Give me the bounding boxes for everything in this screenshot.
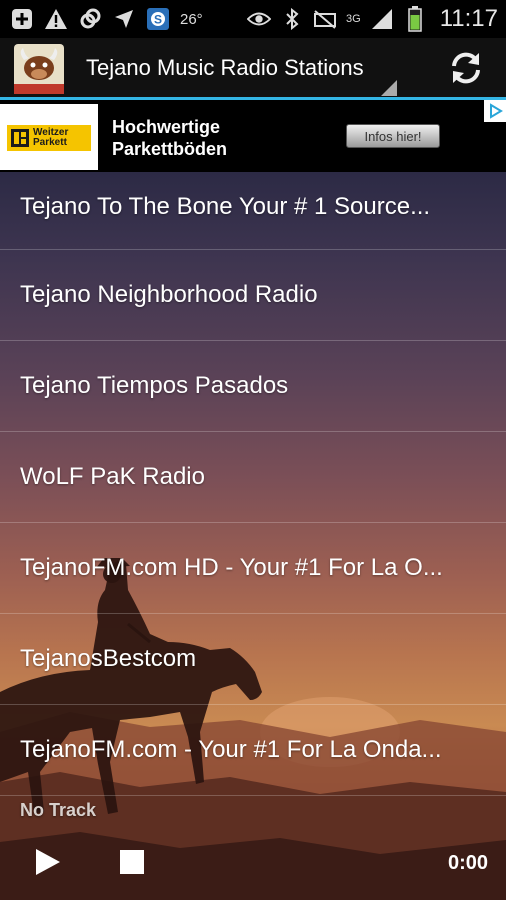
ad-brand-logo: Weitzer Parkett xyxy=(0,104,98,170)
action-bar: Tejano Music Radio Stations xyxy=(0,38,506,100)
station-list-item[interactable]: Tejano Neighborhood Radio xyxy=(0,250,506,341)
station-name: WoLF PaK Radio xyxy=(20,463,205,490)
location-icon xyxy=(112,7,136,31)
station-list-item[interactable]: TejanosBestcom xyxy=(0,614,506,705)
station-name: TejanoFM.com - Your #1 For La Onda... xyxy=(20,736,442,763)
svg-text:S: S xyxy=(154,13,162,27)
now-playing-track: No Track xyxy=(20,800,97,820)
ad-info-button[interactable]: Infos hier! xyxy=(346,124,440,148)
station-name: TejanosBestcom xyxy=(20,645,197,672)
ad-headline: Hochwertige Parkettböden xyxy=(112,116,312,160)
bluetooth-icon xyxy=(280,7,304,31)
temperature: 26° xyxy=(180,10,203,28)
play-icon xyxy=(36,849,60,875)
app-logo[interactable] xyxy=(14,44,64,94)
playback-time: 0:00 xyxy=(447,852,488,874)
ad-headline-line1: Hochwertige xyxy=(112,117,221,137)
play-button[interactable] xyxy=(34,848,62,876)
ad-choices-icon[interactable] xyxy=(484,100,506,122)
station-name: Tejano To The Bone Your # 1 Source... xyxy=(20,193,431,220)
ad-banner[interactable]: Weitzer Parkett Hochwertige Parkettböden… xyxy=(0,100,506,172)
battery-icon xyxy=(403,6,427,32)
sync-icon xyxy=(78,7,102,31)
station-name: TejanoFM.com HD - Your #1 For La O... xyxy=(20,554,443,581)
station-list-panel: Tejano To The Bone Your # 1 Source... Te… xyxy=(0,172,506,900)
clock: 11:17 xyxy=(439,5,498,32)
signal-icon xyxy=(370,7,394,31)
warning-icon xyxy=(44,7,68,31)
skype-icon: S xyxy=(146,7,170,31)
station-list-dropdown-indicator[interactable] xyxy=(381,80,397,96)
refresh-button[interactable] xyxy=(444,48,488,92)
station-name: Tejano Neighborhood Radio xyxy=(20,281,318,308)
station-list-item[interactable]: Tejano To The Bone Your # 1 Source... xyxy=(0,172,506,250)
station-list-item[interactable]: Tejano Tiempos Pasados xyxy=(0,341,506,432)
ad-headline-line2: Parkettböden xyxy=(112,139,228,159)
status-bar: S 26° 3G 11:17 xyxy=(0,0,506,38)
station-list-item[interactable]: WoLF PaK Radio xyxy=(0,432,506,523)
station-list-item[interactable]: TejanoFM.com HD - Your #1 For La O... xyxy=(0,523,506,614)
ad-brand-line2: Parkett xyxy=(33,137,67,148)
refresh-icon xyxy=(448,50,484,91)
add-icon xyxy=(10,7,34,31)
page-title[interactable]: Tejano Music Radio Stations xyxy=(86,55,364,81)
station-list-item[interactable]: TejanoFM.com - Your #1 For La Onda... xyxy=(0,705,506,796)
stop-button[interactable] xyxy=(120,850,144,874)
mute-icon xyxy=(313,7,337,31)
network-type: 3G xyxy=(346,13,361,25)
brand-mark-icon xyxy=(11,129,29,147)
station-list: Tejano To The Bone Your # 1 Source... Te… xyxy=(0,172,506,796)
station-name: Tejano Tiempos Pasados xyxy=(20,372,289,399)
eye-icon xyxy=(247,7,272,31)
